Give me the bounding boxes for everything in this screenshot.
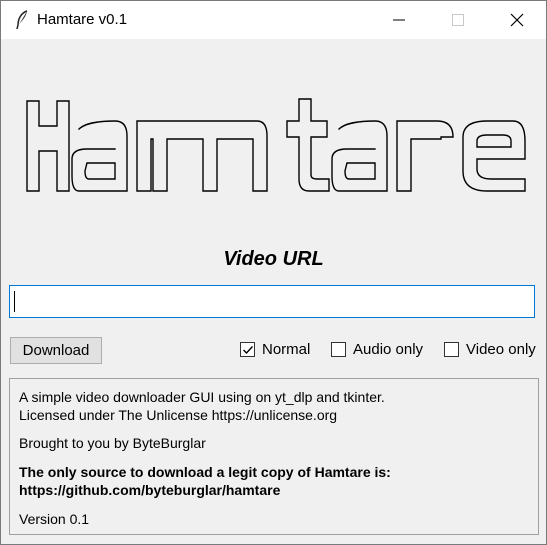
checkbox-box (444, 342, 459, 357)
window-title: Hamtare v0.1 (37, 11, 128, 28)
checkbox-box (331, 342, 346, 357)
source-url-text: https://github.com/byteburglar/hamtare (19, 482, 281, 498)
title-bar[interactable]: Hamtare v0.1 (1, 1, 546, 39)
maximize-button[interactable] (429, 1, 487, 39)
normal-checkbox[interactable]: Normal (240, 341, 315, 361)
info-panel: A simple video downloader GUI using on y… (9, 378, 539, 535)
close-icon (510, 13, 524, 27)
video-url-label: Video URL (223, 248, 324, 270)
version-text: Version 0.1 (19, 511, 90, 527)
license-text: Licensed under The Unlicense https://unl… (19, 407, 338, 423)
audio-only-checkbox[interactable]: Audio only (331, 341, 431, 361)
minimize-icon (393, 19, 405, 21)
app-window: Hamtare v0.1 Video URL Download Normal A… (0, 0, 547, 545)
normal-label: Normal (262, 341, 311, 358)
video-only-checkbox[interactable]: Video only (444, 341, 544, 361)
feather-icon (15, 10, 31, 30)
close-button[interactable] (488, 1, 546, 39)
download-button[interactable]: Download (10, 337, 102, 364)
check-icon (243, 346, 254, 355)
checkbox-box (240, 342, 255, 357)
description-text: A simple video downloader GUI using on y… (19, 389, 385, 405)
ascii-logo (26, 98, 526, 192)
maximize-icon (452, 14, 464, 26)
video-only-label: Video only (466, 341, 536, 358)
text-caret (14, 291, 15, 312)
source-notice-text: The only source to download a legit copy… (19, 464, 391, 480)
audio-only-label: Audio only (353, 341, 424, 358)
minimize-button[interactable] (371, 1, 429, 39)
credits-text: Brought to you by ByteBurglar (19, 435, 206, 451)
video-url-input[interactable] (9, 285, 535, 318)
